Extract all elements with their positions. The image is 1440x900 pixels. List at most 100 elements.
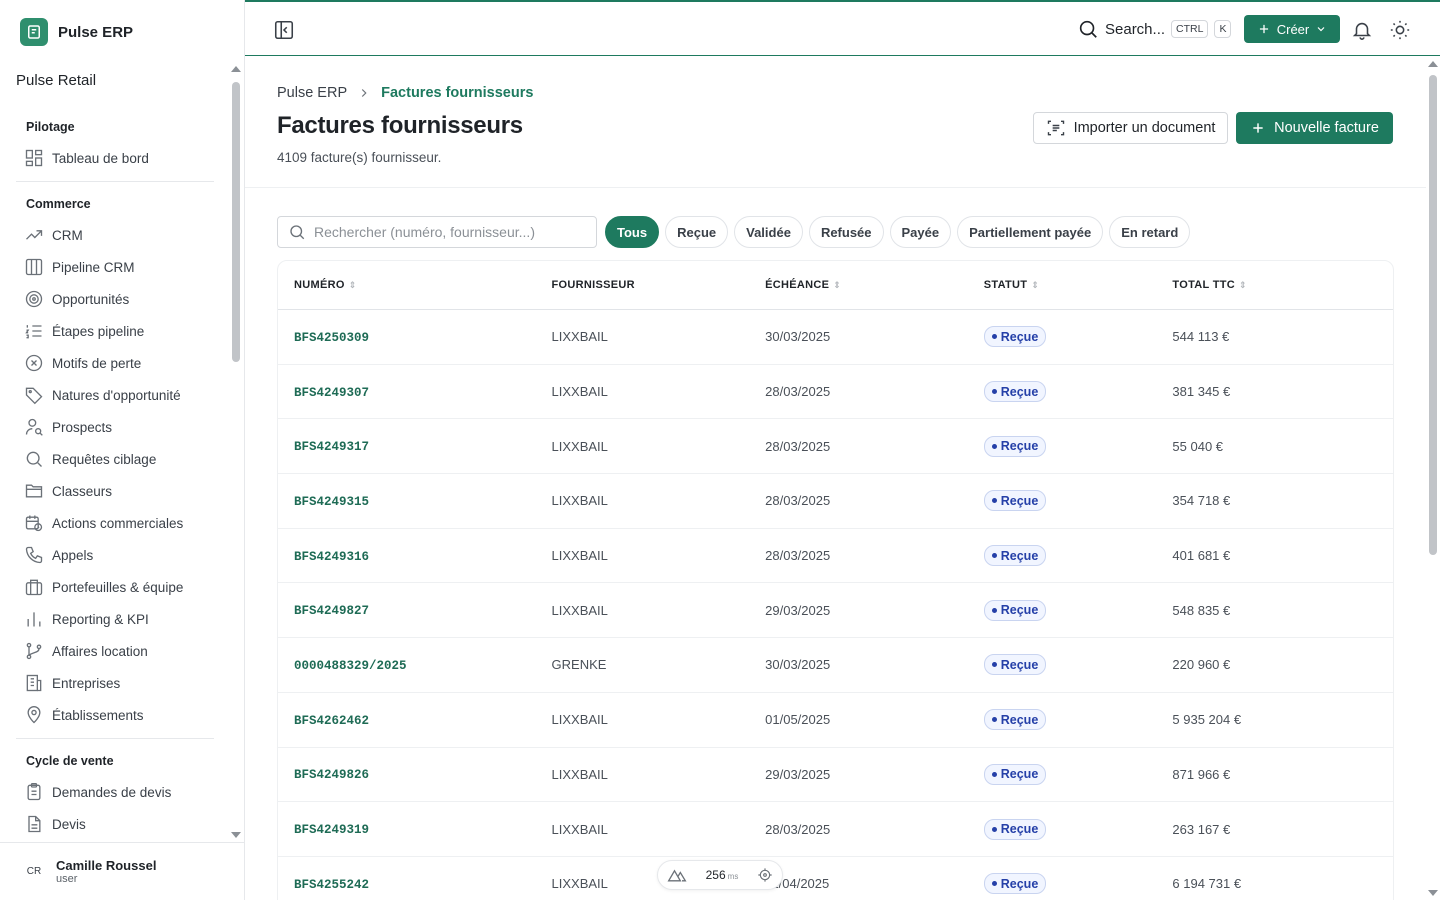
table-row[interactable]: BFS4249319 LIXXBAIL 28/03/2025 Reçue 263 167… <box>278 802 1393 857</box>
sort-icon: ⇕ <box>833 279 842 290</box>
sidebar-item-etapes-pipeline[interactable]: Étapes pipeline <box>16 315 214 347</box>
scrollbar-thumb[interactable] <box>232 82 240 362</box>
invoice-number-link[interactable]: BFS4249827 <box>294 604 369 618</box>
new-invoice-button[interactable]: Nouvelle facture <box>1236 112 1393 144</box>
invoice-number-link[interactable]: BFS4249826 <box>294 768 369 782</box>
scrollbar-thumb[interactable] <box>1429 75 1437 555</box>
status-label: Reçue <box>1000 329 1039 344</box>
kanban-icon <box>25 258 43 276</box>
sidebar-item-demandes-de-devis[interactable]: Demandes de devis <box>16 776 214 808</box>
invoice-number-link[interactable]: 0000488329/2025 <box>294 659 407 673</box>
import-document-button[interactable]: Importer un document <box>1033 112 1228 144</box>
table-row[interactable]: BFS4255242 LIXXBAIL 11/04/2025 Reçue 6 194 7… <box>278 857 1393 900</box>
table-row[interactable]: BFS4249826 LIXXBAIL 29/03/2025 Reçue 871 966… <box>278 748 1393 803</box>
status-dot <box>991 771 997 777</box>
supplier-cell: LIXXBAIL <box>551 766 608 782</box>
sidebar-toggle-icon[interactable] <box>273 19 295 41</box>
crosshair-icon[interactable] <box>757 867 773 883</box>
nav-section-title: Commerce <box>26 197 91 211</box>
trend-icon <box>26 230 43 240</box>
sidebar-item-opportunites[interactable]: Opportunités <box>16 283 214 315</box>
sidebar-item-etablissements[interactable]: Établissements <box>16 699 214 731</box>
topbar: Search... CTRL K Créer <box>245 0 1440 56</box>
sidebar-item-prospects[interactable]: Prospects <box>16 411 214 443</box>
column-header-echeance[interactable]: ÉCHÉANCE ⇕ <box>765 279 984 291</box>
filter-chip-tous[interactable]: Tous <box>605 216 660 248</box>
table-row[interactable]: BFS4250309 LIXXBAIL 30/03/2025 Reçue 544 113… <box>278 310 1393 365</box>
briefcase-icon <box>25 579 43 596</box>
dev-toolbar[interactable]: 256 ms <box>657 860 783 890</box>
invoice-search-input[interactable]: Rechercher (numéro, fournisseur...) <box>277 216 597 248</box>
invoice-number-link[interactable]: BFS4250309 <box>294 331 369 345</box>
user-menu[interactable]: CR Camille Roussel user <box>0 842 244 900</box>
sidebar-item-classeurs[interactable]: Classeurs <box>16 475 214 507</box>
invoice-number-link[interactable]: BFS4249315 <box>294 495 369 509</box>
brand[interactable]: Pulse ERP <box>20 18 133 46</box>
invoice-number-link[interactable]: BFS4249307 <box>294 386 369 400</box>
invoice-number-link[interactable]: BFS4255242 <box>294 878 369 892</box>
table-row[interactable]: BFS4249317 LIXXBAIL 28/03/2025 Reçue 55 040 … <box>278 419 1393 475</box>
invoice-number-link[interactable]: BFS4249316 <box>294 550 369 564</box>
invoice-number-link[interactable]: BFS4262462 <box>294 714 369 728</box>
sidebar-item-devis[interactable]: Devis <box>16 808 214 840</box>
table-row[interactable]: BFS4249316 LIXXBAIL 28/03/2025 Reçue 401 681… <box>278 529 1393 584</box>
filter-chip-partiellement-payee[interactable]: Partiellement payée <box>957 216 1104 248</box>
create-button[interactable]: Créer <box>1244 15 1340 43</box>
sidebar-scrollbar[interactable] <box>230 64 244 842</box>
table-row[interactable]: BFS4262462 LIXXBAIL 01/05/2025 Reçue 5 935 2… <box>278 693 1393 748</box>
status-label: Reçue <box>1000 876 1039 891</box>
sidebar-item-portefeuilles[interactable]: Portefeuilles & équipe <box>16 571 214 603</box>
table-row[interactable]: 0000488329/2025 GRENKE 30/03/2025 Reçue 220 … <box>278 638 1393 693</box>
filter-chip-payee[interactable]: Payée <box>889 216 952 248</box>
filter-chip-recue[interactable]: Reçue <box>665 216 729 248</box>
breadcrumb-root[interactable]: Pulse ERP <box>277 85 347 101</box>
sidebar-item-label: Motifs de perte <box>52 355 142 371</box>
invoice-number-link[interactable]: BFS4249317 <box>294 440 369 454</box>
filter-chip-validee[interactable]: Validée <box>734 216 803 248</box>
global-search-button[interactable]: Search... CTRL K <box>1077 18 1232 40</box>
org-name[interactable]: Pulse Retail <box>16 72 96 89</box>
kbd-ctrl: CTRL <box>1171 20 1209 38</box>
sidebar-item-affaires-location[interactable]: Affaires location <box>16 635 214 667</box>
sidebar-item-appels[interactable]: Appels <box>16 539 214 571</box>
sidebar-item-motifs-de-perte[interactable]: Motifs de perte <box>16 347 214 379</box>
sidebar-item-label: Pipeline CRM <box>52 259 135 275</box>
column-header-statut[interactable]: STATUT ⇕ <box>984 279 1173 291</box>
status-label: Reçue <box>1000 822 1039 837</box>
filter-chip-refusee[interactable]: Refusée <box>808 216 884 248</box>
table-row[interactable]: BFS4249827 LIXXBAIL 29/03/2025 Reçue 548 835… <box>278 583 1393 639</box>
sidebar-item-label: Devis <box>52 816 86 832</box>
sidebar-item-tableau-de-bord[interactable]: Tableau de bord <box>16 142 214 174</box>
table-row[interactable]: BFS4249315 LIXXBAIL 28/03/2025 Reçue 354 718… <box>278 474 1393 529</box>
filter-chip-en-retard[interactable]: En retard <box>1109 216 1191 248</box>
breadcrumb-current: Factures fournisseurs <box>381 85 534 101</box>
sidebar-item-entreprises[interactable]: Entreprises <box>16 667 214 699</box>
status-dot <box>991 607 997 613</box>
sidebar-item-actions-commerciales[interactable]: Actions commerciales <box>16 507 214 539</box>
due-date-cell: 28/03/2025 <box>765 384 831 400</box>
column-label: NUMÉRO <box>294 279 345 291</box>
sidebar-item-requetes-ciblage[interactable]: Requêtes ciblage <box>16 443 214 475</box>
column-header-numero[interactable]: NUMÉRO ⇕ <box>278 279 552 291</box>
sidebar-item-label: Reporting & KPI <box>52 611 149 627</box>
due-date-cell: 28/03/2025 <box>765 821 831 837</box>
supplier-cell: LIXXBAIL <box>551 548 608 564</box>
due-date-cell: 11/04/2025 <box>765 876 830 892</box>
sidebar-item-reporting-kpi[interactable]: Reporting & KPI <box>16 603 214 635</box>
page-header: Pulse ERP Factures fournisseurs Factures… <box>245 57 1426 188</box>
sidebar-item-crm[interactable]: CRM <box>16 219 214 251</box>
scroll-down-icon[interactable] <box>1428 890 1438 896</box>
invoice-number-link[interactable]: BFS4249319 <box>294 823 369 837</box>
scroll-down-icon[interactable] <box>231 832 241 838</box>
sidebar-item-pipeline-crm[interactable]: Pipeline CRM <box>16 251 214 283</box>
scroll-up-icon[interactable] <box>1428 61 1438 67</box>
table-row[interactable]: BFS4249307 LIXXBAIL 28/03/2025 Reçue 381 345… <box>278 365 1393 420</box>
notifications-bell-icon[interactable] <box>1351 19 1373 41</box>
status-dot <box>991 553 997 559</box>
main-scrollbar[interactable] <box>1426 57 1440 900</box>
column-header-total-ttc[interactable]: TOTAL TTC ⇕ <box>1172 279 1393 291</box>
theme-toggle-sun-icon[interactable] <box>1389 19 1411 41</box>
user-search-icon <box>25 418 43 436</box>
scroll-up-icon[interactable] <box>231 66 241 72</box>
sidebar-item-natures-opportunite[interactable]: Natures d'opportunité <box>16 379 214 411</box>
